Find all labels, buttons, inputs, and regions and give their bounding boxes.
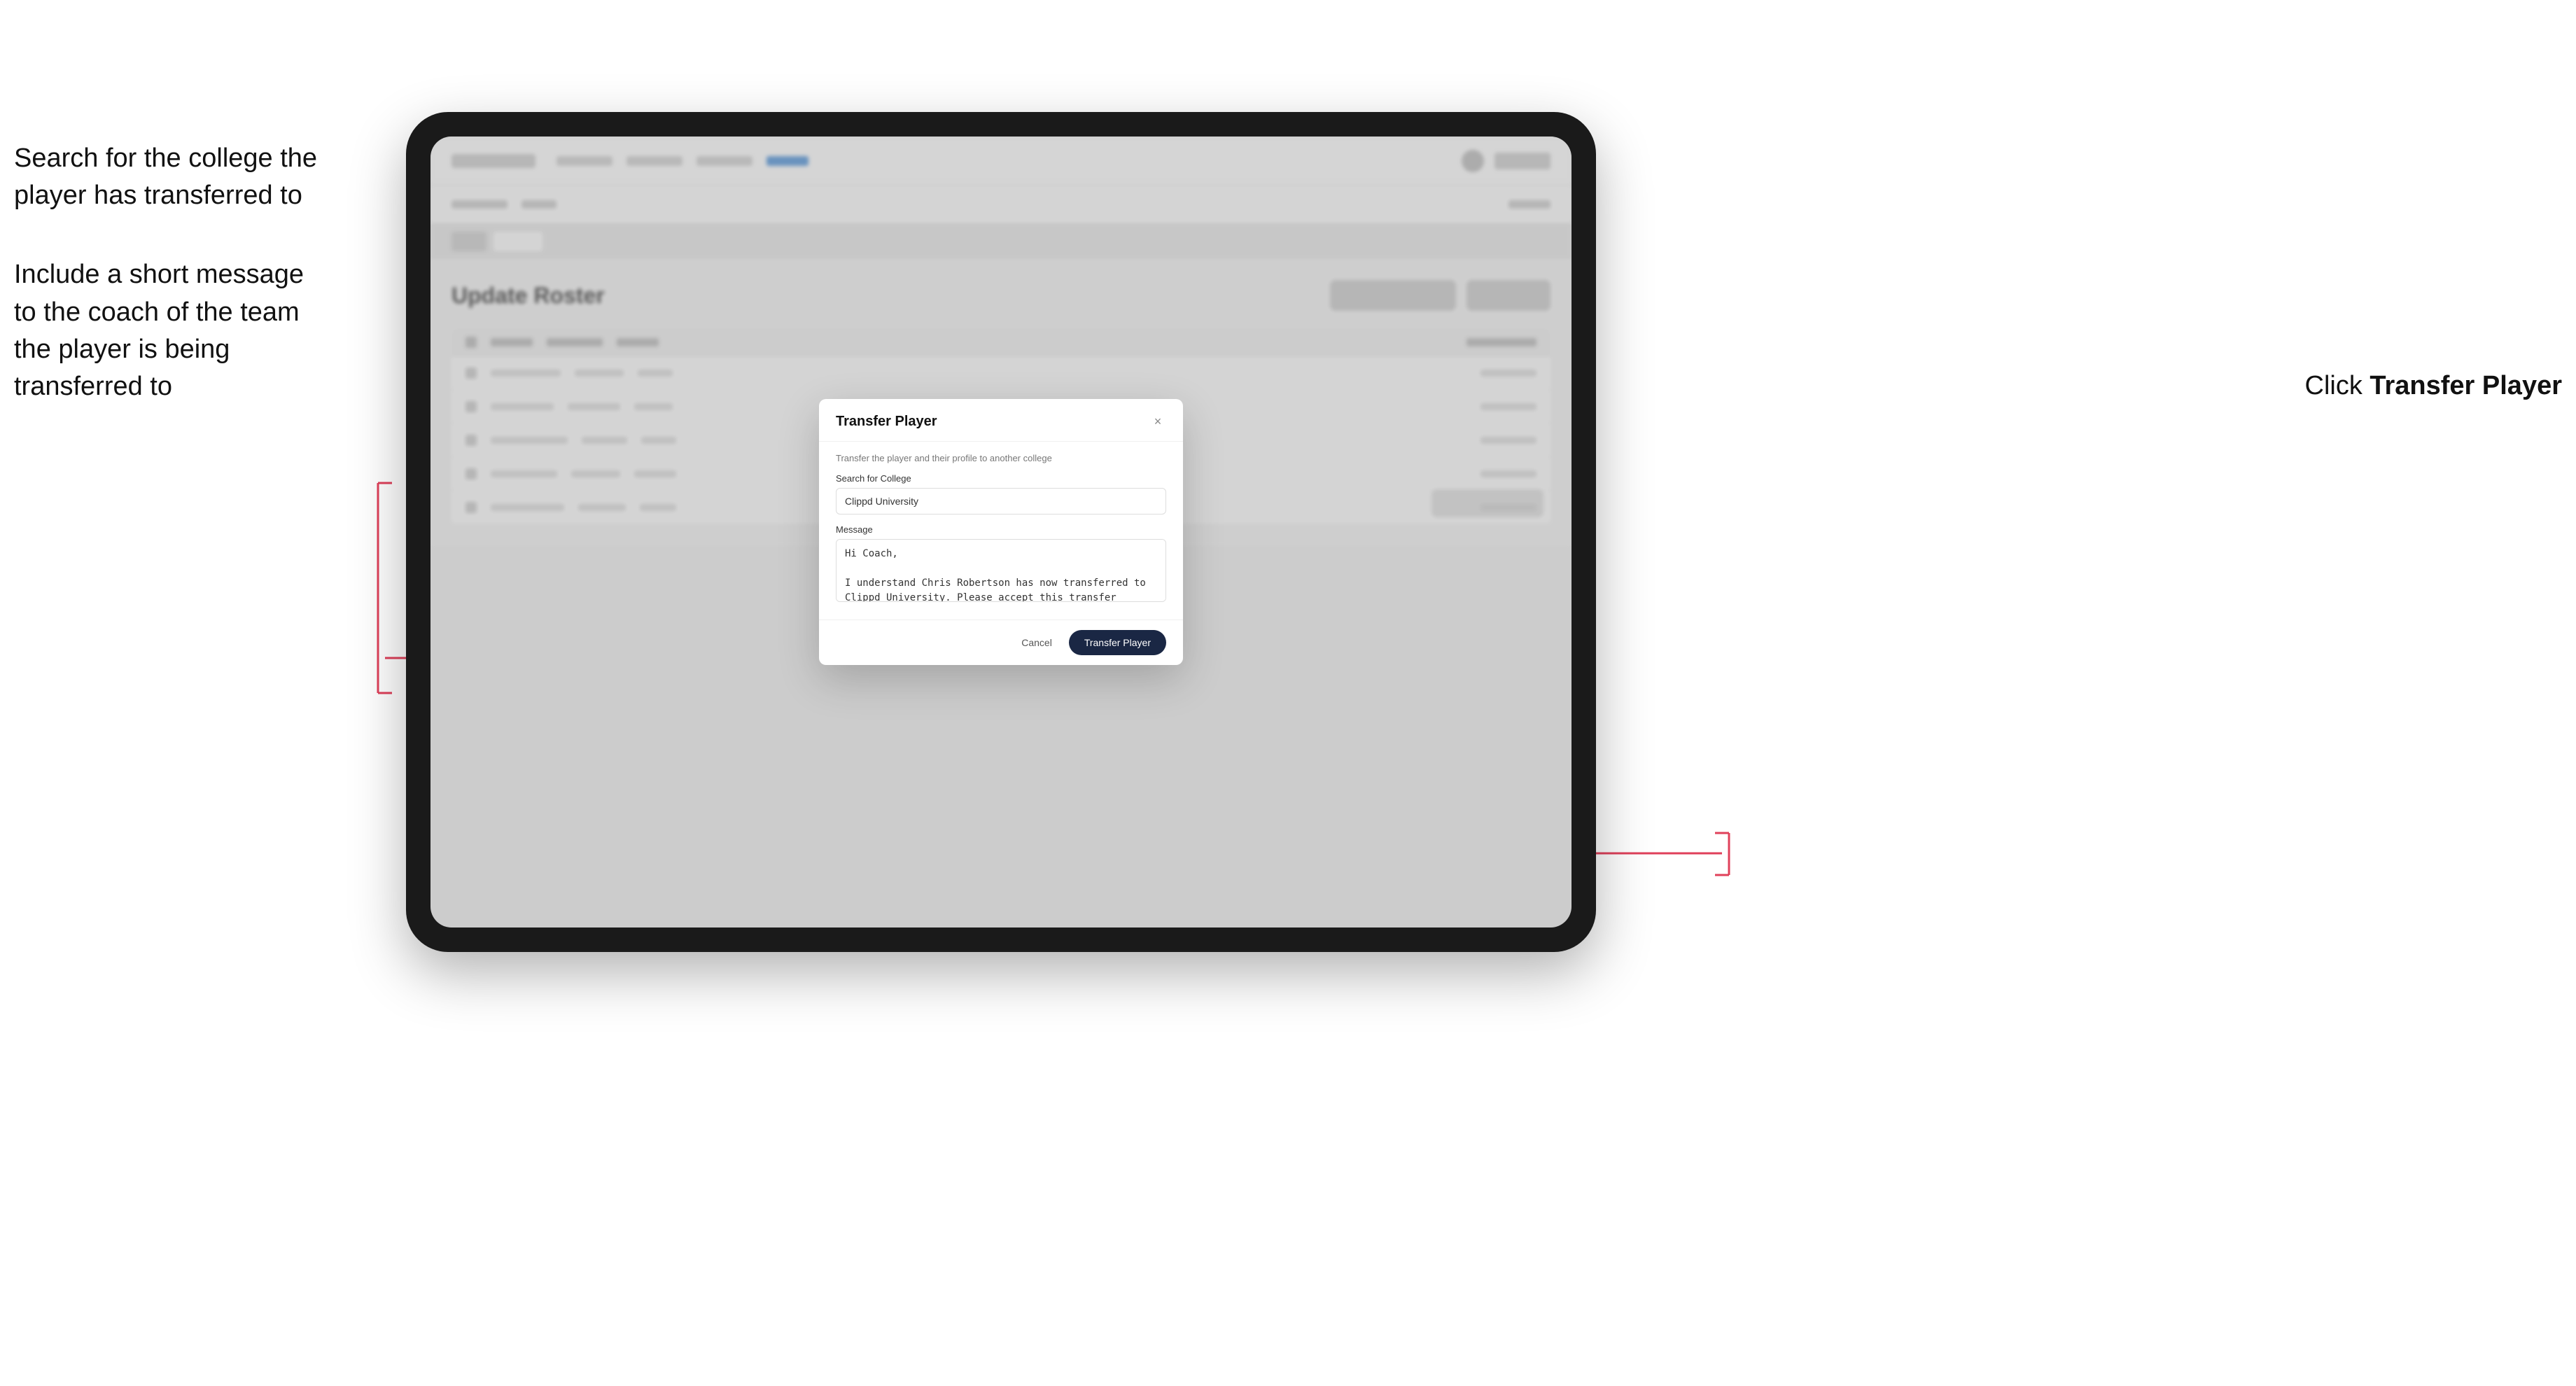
annotation-left: Search for the college the player has tr… (14, 140, 364, 447)
transfer-player-button[interactable]: Transfer Player (1069, 630, 1166, 655)
message-textarea[interactable]: Hi Coach, I understand Chris Robertson h… (836, 539, 1166, 602)
tablet-device: Update Roster (406, 112, 1596, 952)
cancel-button[interactable]: Cancel (1013, 631, 1060, 654)
search-college-label: Search for College (836, 473, 1166, 484)
annotation-message-text: Include a short messageto the coach of t… (14, 256, 364, 405)
search-college-input[interactable] (836, 488, 1166, 514)
modal-header: Transfer Player × (819, 399, 1183, 442)
modal-body: Transfer the player and their profile to… (819, 442, 1183, 620)
annotation-right: Click Transfer Player (2305, 371, 2563, 401)
modal-title: Transfer Player (836, 414, 937, 430)
transfer-player-modal: Transfer Player × Transfer the player an… (819, 399, 1183, 665)
tablet-screen: Update Roster (430, 136, 1572, 927)
close-icon: × (1154, 414, 1162, 429)
annotation-search-text: Search for the college the player has tr… (14, 140, 364, 214)
modal-close-button[interactable]: × (1149, 413, 1166, 430)
message-label: Message (836, 524, 1166, 535)
modal-subtitle: Transfer the player and their profile to… (836, 453, 1166, 463)
annotation-right-strong: Transfer Player (2370, 371, 2562, 400)
modal-footer: Cancel Transfer Player (819, 620, 1183, 665)
modal-overlay: Transfer Player × Transfer the player an… (430, 136, 1572, 927)
